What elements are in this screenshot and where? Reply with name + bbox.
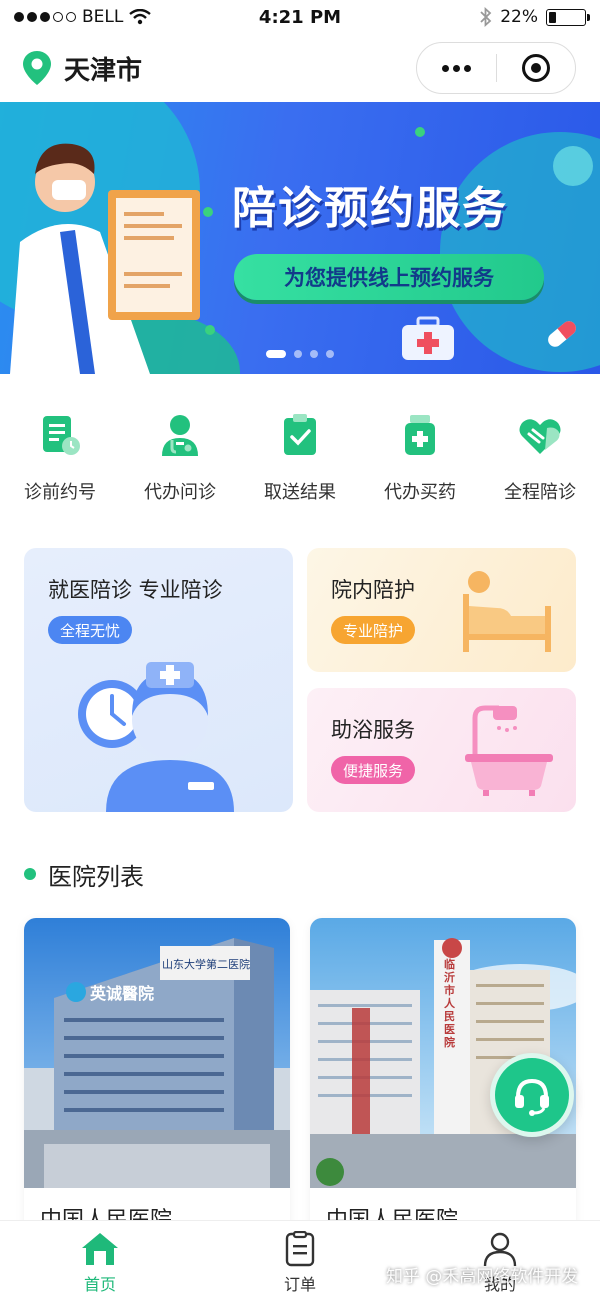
hospital-logo-text: 英诚醫院	[90, 984, 155, 1003]
card-badge: 专业陪护	[331, 616, 416, 644]
quick-item-label: 取送结果	[264, 482, 336, 503]
tab-label: 订单	[283, 1275, 316, 1294]
card-title: 助浴服务	[331, 718, 415, 742]
more-menu-button[interactable]	[417, 43, 496, 93]
card-inpatient-care[interactable]: 院内陪护 专业陪护	[307, 548, 576, 672]
bottom-tab-bar: 首页 订单 我的	[0, 1220, 600, 1299]
banner-dot[interactable]	[266, 350, 286, 358]
doctor-icon	[157, 412, 203, 458]
quick-item-label: 代办买药	[384, 482, 456, 503]
clipboard-check-icon	[277, 412, 323, 458]
close-mini-program-button[interactable]	[497, 43, 576, 93]
banner-pagination[interactable]	[266, 350, 334, 358]
bathtub-icon	[465, 705, 553, 796]
order-list-icon	[285, 1231, 315, 1267]
mini-program-capsule	[416, 42, 576, 94]
quick-item-label: 代办问诊	[144, 482, 216, 503]
card-bath-service[interactable]: 助浴服务 便捷服务	[307, 688, 576, 812]
quick-item-results[interactable]: 取送结果	[240, 412, 360, 512]
banner-dot[interactable]	[326, 350, 334, 358]
section-bullet-icon	[24, 868, 36, 880]
quick-item-consult[interactable]: 代办问诊	[120, 412, 240, 512]
banner-decoration	[203, 127, 593, 217]
tab-home[interactable]: 首页	[0, 1221, 200, 1299]
hospital-bed-icon	[463, 571, 551, 652]
home-icon	[82, 1233, 118, 1265]
carrier-name: BELL	[82, 7, 124, 27]
nurse-illustration	[78, 662, 234, 812]
quick-item-appointment[interactable]: 诊前约号	[0, 412, 120, 512]
tab-orders[interactable]: 订单	[200, 1221, 400, 1299]
location-pin-icon[interactable]	[22, 50, 52, 86]
tab-label: 首页	[83, 1275, 116, 1294]
hospital-list-header: 医院列表	[24, 856, 144, 892]
banner-dot[interactable]	[294, 350, 302, 358]
heart-hand-icon	[517, 412, 563, 458]
city-selector[interactable]: 天津市	[64, 50, 142, 87]
battery-icon	[546, 8, 590, 26]
quick-item-full-escort[interactable]: 全程陪诊	[480, 412, 600, 512]
header: 天津市	[0, 34, 600, 102]
watermark-text: 知乎 @禾高网络软件开发	[386, 1267, 579, 1287]
card-badge: 便捷服务	[331, 756, 416, 784]
appointment-form-icon	[37, 412, 83, 458]
bluetooth-icon	[480, 7, 492, 27]
quick-item-label: 诊前约号	[24, 482, 96, 503]
status-bar: BELL 4:21 PM 22%	[0, 0, 600, 34]
quick-item-label: 全程陪诊	[504, 482, 576, 503]
customer-service-button[interactable]	[490, 1053, 574, 1137]
hospital-card[interactable]: 英诚醫院 山东大学第二医院 中国人民医院	[24, 918, 290, 1238]
quick-item-medicine[interactable]: 代办买药	[360, 412, 480, 512]
promo-banner[interactable]: 陪诊预约服务 为您提供线上预约服务	[0, 102, 600, 374]
battery-fill	[549, 11, 557, 23]
medicine-bottle-icon	[397, 412, 443, 458]
wifi-icon	[129, 9, 152, 25]
hospital-photo: 英诚醫院 山东大学第二医院	[24, 918, 290, 1188]
status-time: 4:21 PM	[258, 6, 342, 28]
battery-percent: 22%	[500, 7, 538, 27]
status-left: BELL	[14, 7, 214, 27]
tab-profile[interactable]: 我的	[400, 1221, 600, 1299]
banner-subtitle: 为您提供线上预约服务	[234, 254, 544, 300]
headset-icon	[515, 1078, 549, 1116]
status-right: 22%	[386, 7, 590, 27]
section-title: 医院列表	[48, 862, 144, 891]
target-icon	[521, 54, 550, 82]
more-dots-icon	[441, 64, 471, 72]
quick-menu: 诊前约号 代办问诊 取送结果 代办买药 全程陪诊	[0, 412, 600, 512]
hospital-sign-text: 山东大学第二医院	[162, 958, 250, 971]
card-medical-escort[interactable]: 就医陪诊 专业陪诊 全程无忧	[24, 548, 293, 812]
card-title: 院内陪护	[331, 578, 415, 602]
signal-strength-icon	[14, 12, 76, 22]
banner-dot[interactable]	[310, 350, 318, 358]
hospital-sign-text: 临沂市人民医院	[444, 958, 455, 1049]
banner-title: 陪诊预约服务	[232, 183, 508, 234]
